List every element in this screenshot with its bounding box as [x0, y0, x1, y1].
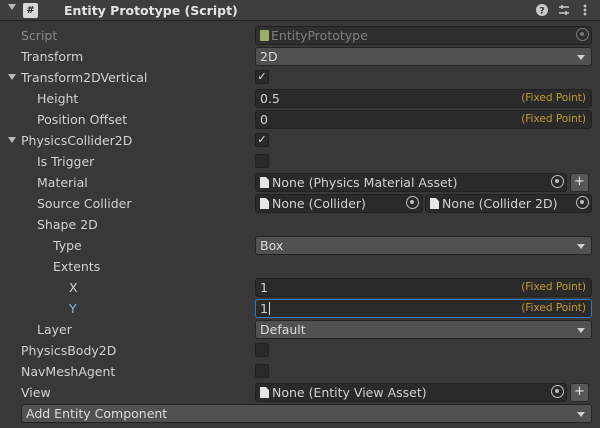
dropdown-arrow-icon	[577, 328, 585, 333]
y-label: Y	[69, 301, 77, 316]
transform2d-vertical-checkbox[interactable]: ✓	[255, 70, 269, 84]
add-entity-component-label: Add Entity Component	[26, 406, 168, 421]
row-extents: Extents	[0, 256, 600, 277]
row-transform: Transform 2D	[0, 46, 600, 67]
row-x: X 1 (Fixed Point)	[0, 277, 600, 298]
x-field[interactable]: 1 (Fixed Point)	[255, 278, 592, 297]
row-type: Type Box	[0, 235, 600, 256]
object-picker-icon	[576, 28, 589, 41]
row-layer: Layer Default	[0, 319, 600, 340]
layer-label: Layer	[37, 322, 72, 337]
layer-value: Default	[260, 322, 306, 337]
presets-icon[interactable]	[557, 3, 571, 17]
extents-label: Extents	[53, 259, 101, 274]
source-collider-label: Source Collider	[37, 196, 132, 211]
type-label: Type	[53, 238, 82, 253]
material-label: Material	[37, 175, 88, 190]
view-label: View	[21, 385, 51, 400]
y-value: 1	[260, 301, 268, 316]
csharp-script-icon	[260, 30, 269, 41]
row-script: Script EntityPrototype	[0, 25, 600, 46]
fixed-point-suffix: (Fixed Point)	[521, 281, 586, 293]
add-entity-component-dropdown[interactable]: Add Entity Component	[21, 404, 592, 423]
script-label: Script	[21, 28, 58, 43]
fixed-point-suffix: (Fixed Point)	[521, 302, 586, 314]
source-collider-2d-field[interactable]: None (Collider 2D)	[425, 194, 592, 213]
transform-value: 2D	[260, 49, 278, 64]
height-value: 0.5	[260, 91, 280, 106]
asset-file-icon	[260, 198, 269, 209]
nav-mesh-agent-checkbox[interactable]	[255, 364, 269, 378]
type-dropdown[interactable]: Box	[255, 236, 592, 255]
component-title: Entity Prototype (Script)	[64, 3, 238, 18]
dropdown-arrow-icon	[577, 412, 585, 417]
source-collider-2d-value: None (Collider 2D)	[442, 196, 558, 211]
foldout-arrow-icon[interactable]	[8, 137, 16, 143]
y-field[interactable]: 1 (Fixed Point)	[255, 299, 592, 318]
fixed-point-suffix: (Fixed Point)	[521, 113, 586, 125]
is-trigger-checkbox[interactable]	[255, 154, 269, 168]
source-collider-field[interactable]: None (Collider)	[255, 194, 423, 213]
height-label: Height	[37, 91, 79, 106]
object-picker-icon[interactable]	[551, 385, 564, 398]
nav-mesh-agent-label: NavMeshAgent	[21, 364, 116, 379]
text-cursor	[268, 302, 270, 315]
row-transform2d-vertical: Transform2DVertical ✓	[0, 67, 600, 88]
material-value: None (Physics Material Asset)	[272, 175, 458, 190]
component-header[interactable]: # Entity Prototype (Script) ?	[0, 0, 600, 21]
dropdown-arrow-icon	[577, 55, 585, 60]
view-value: None (Entity View Asset)	[272, 385, 427, 400]
height-field[interactable]: 0.5 (Fixed Point)	[255, 89, 592, 108]
view-field[interactable]: None (Entity View Asset)	[255, 383, 567, 402]
dropdown-arrow-icon	[577, 244, 585, 249]
object-picker-icon[interactable]	[406, 196, 419, 209]
component-foldout-icon[interactable]	[8, 4, 16, 10]
asset-file-icon	[260, 177, 269, 188]
type-value: Box	[260, 238, 284, 253]
object-picker-icon[interactable]	[551, 175, 564, 188]
help-icon[interactable]: ?	[535, 3, 549, 17]
foldout-arrow-icon[interactable]	[8, 74, 16, 80]
x-value: 1	[260, 280, 268, 295]
svg-text:?: ?	[539, 7, 544, 17]
row-material: Material None (Physics Material Asset) +	[0, 172, 600, 193]
physics-body-2d-checkbox[interactable]	[255, 343, 269, 357]
row-shape-2d: Shape 2D	[0, 214, 600, 235]
row-physics-collider-2d: PhysicsCollider2D ✓	[0, 130, 600, 151]
add-asset-button[interactable]: +	[570, 383, 589, 402]
material-field[interactable]: None (Physics Material Asset)	[255, 173, 567, 192]
row-y: Y 1 (Fixed Point)	[0, 298, 600, 319]
shape-2d-label: Shape 2D	[37, 217, 98, 232]
transform2d-vertical-label: Transform2DVertical	[21, 70, 148, 85]
transform-dropdown[interactable]: 2D	[255, 47, 592, 66]
object-picker-icon[interactable]	[576, 196, 589, 209]
script-component-icon: #	[23, 3, 38, 18]
layer-dropdown[interactable]: Default	[255, 320, 592, 339]
physics-body-2d-label: PhysicsBody2D	[21, 343, 117, 358]
row-physics-body-2d: PhysicsBody2D	[0, 340, 600, 361]
row-is-trigger: Is Trigger	[0, 151, 600, 172]
script-value: EntityPrototype	[271, 28, 368, 43]
row-nav-mesh-agent: NavMeshAgent	[0, 361, 600, 382]
position-offset-field[interactable]: 0 (Fixed Point)	[255, 110, 592, 129]
asset-file-icon	[430, 198, 439, 209]
script-field: EntityPrototype	[255, 26, 592, 45]
add-asset-button[interactable]: +	[570, 173, 589, 192]
is-trigger-label: Is Trigger	[37, 154, 95, 169]
asset-file-icon	[260, 387, 269, 398]
fixed-point-suffix: (Fixed Point)	[521, 92, 586, 104]
position-offset-label: Position Offset	[37, 112, 128, 127]
position-offset-value: 0	[260, 112, 268, 127]
x-label: X	[69, 280, 78, 295]
row-source-collider: Source Collider None (Collider) None (Co…	[0, 193, 600, 214]
physics-collider-2d-checkbox[interactable]: ✓	[255, 133, 269, 147]
row-height: Height 0.5 (Fixed Point)	[0, 88, 600, 109]
row-position-offset: Position Offset 0 (Fixed Point)	[0, 109, 600, 130]
transform-label: Transform	[21, 49, 84, 64]
source-collider-value: None (Collider)	[272, 196, 366, 211]
row-view: View None (Entity View Asset) +	[0, 382, 600, 403]
kebab-menu-icon[interactable]	[578, 3, 592, 17]
physics-collider-2d-label: PhysicsCollider2D	[21, 133, 133, 148]
